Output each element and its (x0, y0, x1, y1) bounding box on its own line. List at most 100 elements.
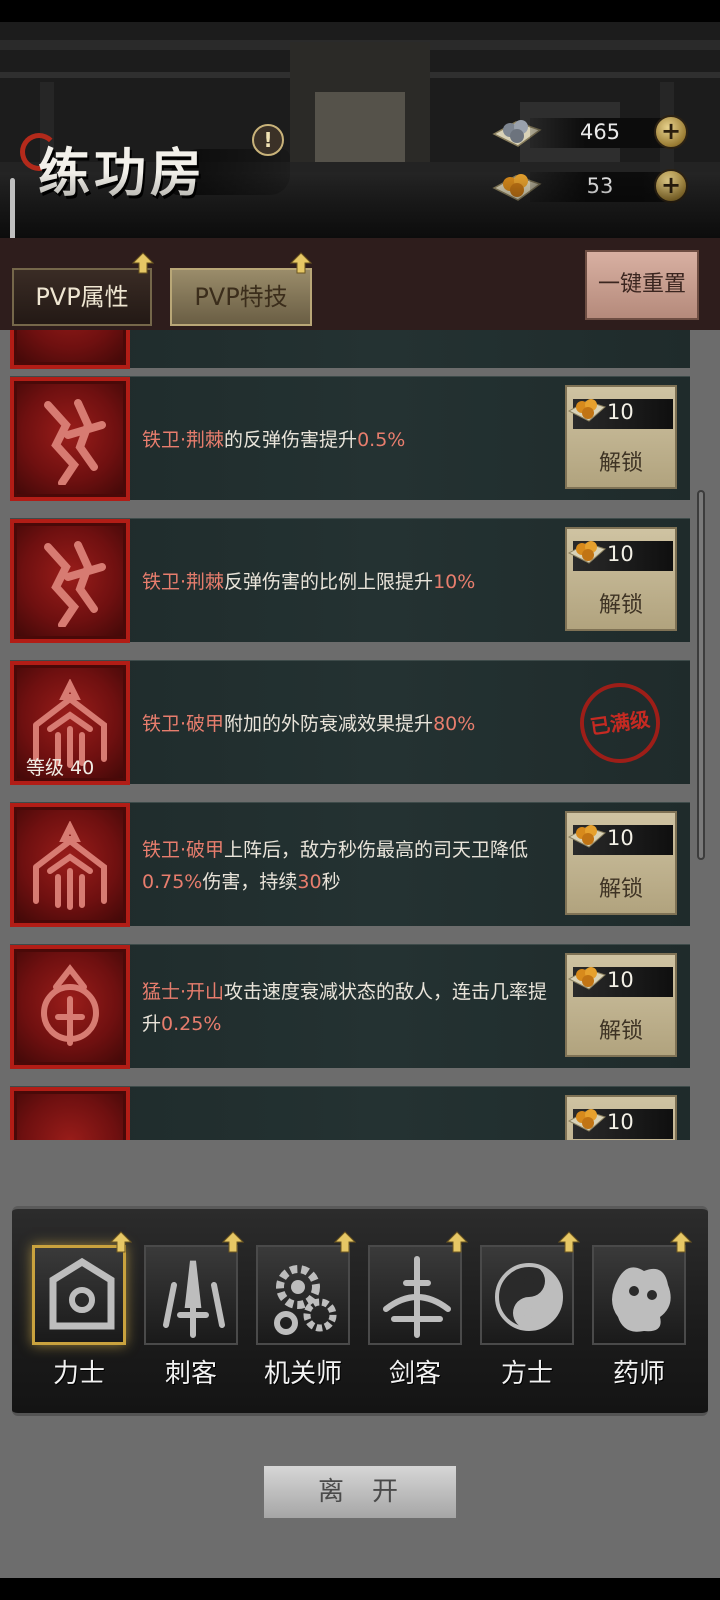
strongman-glyph (49, 1257, 115, 1330)
skill-value: 80% (433, 713, 476, 735)
upgrade-arrow-icon (670, 1231, 692, 1253)
skill-text: 上阵后，敌方秒伤最高的司天卫降低 (224, 839, 529, 861)
upgrade-arrow-icon (334, 1231, 356, 1253)
info-icon[interactable]: ! (252, 124, 284, 156)
currency-gold: 53 + (490, 166, 700, 206)
unlock-button[interactable]: 10 解锁 (565, 953, 677, 1057)
upgrade-arrow-icon (446, 1231, 468, 1253)
skill-description: 铁卫·破甲上阵后，敌方秒伤最高的司天卫降低 0.75%伤害，持续30秒 (142, 823, 552, 909)
class-mechanist[interactable]: 机关师 (256, 1231, 356, 1389)
unlock-cost: 10 (607, 826, 634, 850)
skill-value: 0.5% (357, 429, 406, 451)
unlock-cost: 10 (607, 1110, 634, 1134)
skill-description: 铁卫·荆棘的反弹伤害提升0.5% (142, 397, 552, 483)
skill-name: 猛士·开山 (142, 981, 225, 1003)
skill-row-partial: 10 (10, 1086, 690, 1140)
unlock-button[interactable]: 10 (565, 1095, 677, 1140)
skill-description: 铁卫·荆棘反弹伤害的比例上限提升10% (142, 539, 552, 625)
skill-description: 铁卫·破甲附加的外防衰减效果提升80% (142, 681, 552, 767)
class-name: 机关师 (263, 1359, 342, 1389)
swordsman-glyph (383, 1256, 451, 1338)
reset-all-button[interactable]: 一键重置 (585, 250, 699, 320)
thorn-icon (10, 377, 130, 501)
add-silver-button[interactable]: + (654, 115, 688, 149)
unlock-cost: 10 (607, 968, 634, 992)
herbalist-glyph (612, 1267, 671, 1332)
armor-break-glyph (33, 821, 107, 910)
class-swordsman[interactable]: 剑客 (368, 1231, 468, 1389)
class-name: 刺客 (164, 1359, 217, 1389)
silver-value: 465 (579, 120, 621, 144)
skill-name: 铁卫·破甲 (142, 713, 225, 735)
skill-row-partial (10, 330, 690, 369)
thorn-glyph (44, 399, 106, 485)
assassin-glyph (163, 1260, 225, 1338)
class-strongman[interactable]: 力士 (32, 1231, 132, 1389)
unlock-label: 解锁 (598, 451, 643, 476)
upgrade-arrow-icon (110, 1231, 132, 1253)
skill-row: 铁卫·荆棘反弹伤害的比例上限提升10% 10 解锁 (10, 518, 690, 643)
skill-value: 30 (297, 871, 322, 893)
skill-text: 秒 (321, 871, 341, 893)
title-block: 练功房 (20, 107, 290, 207)
mountain-glyph (41, 964, 99, 1046)
tab-pvp-skills[interactable]: PVP特技 (170, 268, 312, 326)
assassin-icon (144, 1245, 238, 1345)
skill-value: 0.25% (161, 1013, 222, 1035)
class-name: 剑客 (388, 1359, 441, 1389)
class-herbalist[interactable]: 药师 (592, 1231, 692, 1389)
gold-ore-icon (567, 1109, 606, 1132)
unlock-label: 解锁 (598, 1019, 643, 1044)
upgrade-arrow-icon (132, 252, 154, 274)
gold-ore-icon (567, 825, 606, 848)
skill-value: 0.75% (142, 871, 203, 893)
gold-ore-icon (492, 174, 542, 201)
mechanist-glyph (274, 1265, 337, 1335)
class-name: 药师 (612, 1359, 665, 1389)
skill-row: 猛士·开山攻击速度衰减状态的敌人，连击几率提升0.25% 10 解锁 (10, 944, 690, 1069)
swordsman-icon (368, 1245, 462, 1345)
skill-name: 铁卫·荆棘 (142, 429, 225, 451)
skill-icon (10, 1087, 130, 1140)
armor-break-icon (10, 803, 130, 927)
leave-button[interactable]: 离开 (262, 1464, 458, 1520)
tab-pvp-attributes[interactable]: PVP属性 (12, 268, 152, 326)
yin-yang-glyph (495, 1263, 563, 1331)
skill-row: 铁卫·破甲上阵后，敌方秒伤最高的司天卫降低 0.75%伤害，持续30秒 10 解锁 (10, 802, 690, 927)
unlock-label: 解锁 (598, 593, 643, 618)
unlock-button[interactable]: 10 解锁 (565, 527, 677, 631)
unlock-button[interactable]: 10 解锁 (565, 811, 677, 915)
strongman-icon (32, 1245, 126, 1345)
gold-value: 53 (586, 174, 614, 198)
thorn-glyph (44, 541, 106, 627)
class-taoist[interactable]: 方士 (480, 1231, 580, 1389)
skill-name: 铁卫·荆棘 (142, 571, 225, 593)
skill-list[interactable]: 铁卫·荆棘的反弹伤害提升0.5% 10 解锁 铁卫·荆棘反弹伤害的比例上限提升1… (0, 330, 720, 1140)
navigation-bar (0, 1578, 720, 1600)
upgrade-arrow-icon (290, 252, 312, 274)
skill-text: 伤害，持续 (202, 871, 298, 893)
upgrade-arrow-icon (222, 1231, 244, 1253)
add-gold-button[interactable]: + (654, 169, 688, 203)
list-scrollbar[interactable] (697, 490, 705, 860)
skill-name: 铁卫·破甲 (142, 839, 225, 861)
skill-text: 反弹伤害的比例上限提升 (224, 571, 434, 593)
page-title: 练功房 (38, 143, 207, 204)
class-selector: 力士 刺客 机关师 剑客 方士 药师 (12, 1206, 708, 1416)
currency-bar (530, 172, 670, 202)
skill-text: 附加的外防衰减效果提升 (224, 713, 434, 735)
skill-row: 铁卫·荆棘的反弹伤害提升0.5% 10 解锁 (10, 376, 690, 501)
thorn-icon (10, 519, 130, 643)
unlock-button[interactable]: 10 解锁 (565, 385, 677, 489)
upgrade-arrow-icon (558, 1231, 580, 1253)
unlock-cost: 10 (607, 542, 634, 566)
gold-ore-icon (567, 541, 606, 564)
mountain-icon (10, 945, 130, 1069)
class-name: 方士 (500, 1359, 553, 1389)
class-assassin[interactable]: 刺客 (144, 1231, 244, 1389)
currency-silver: 465 + (490, 112, 700, 152)
status-bar (0, 0, 720, 22)
skill-icon (10, 330, 130, 369)
mechanist-icon (256, 1245, 350, 1345)
gold-ore-icon (567, 967, 606, 990)
